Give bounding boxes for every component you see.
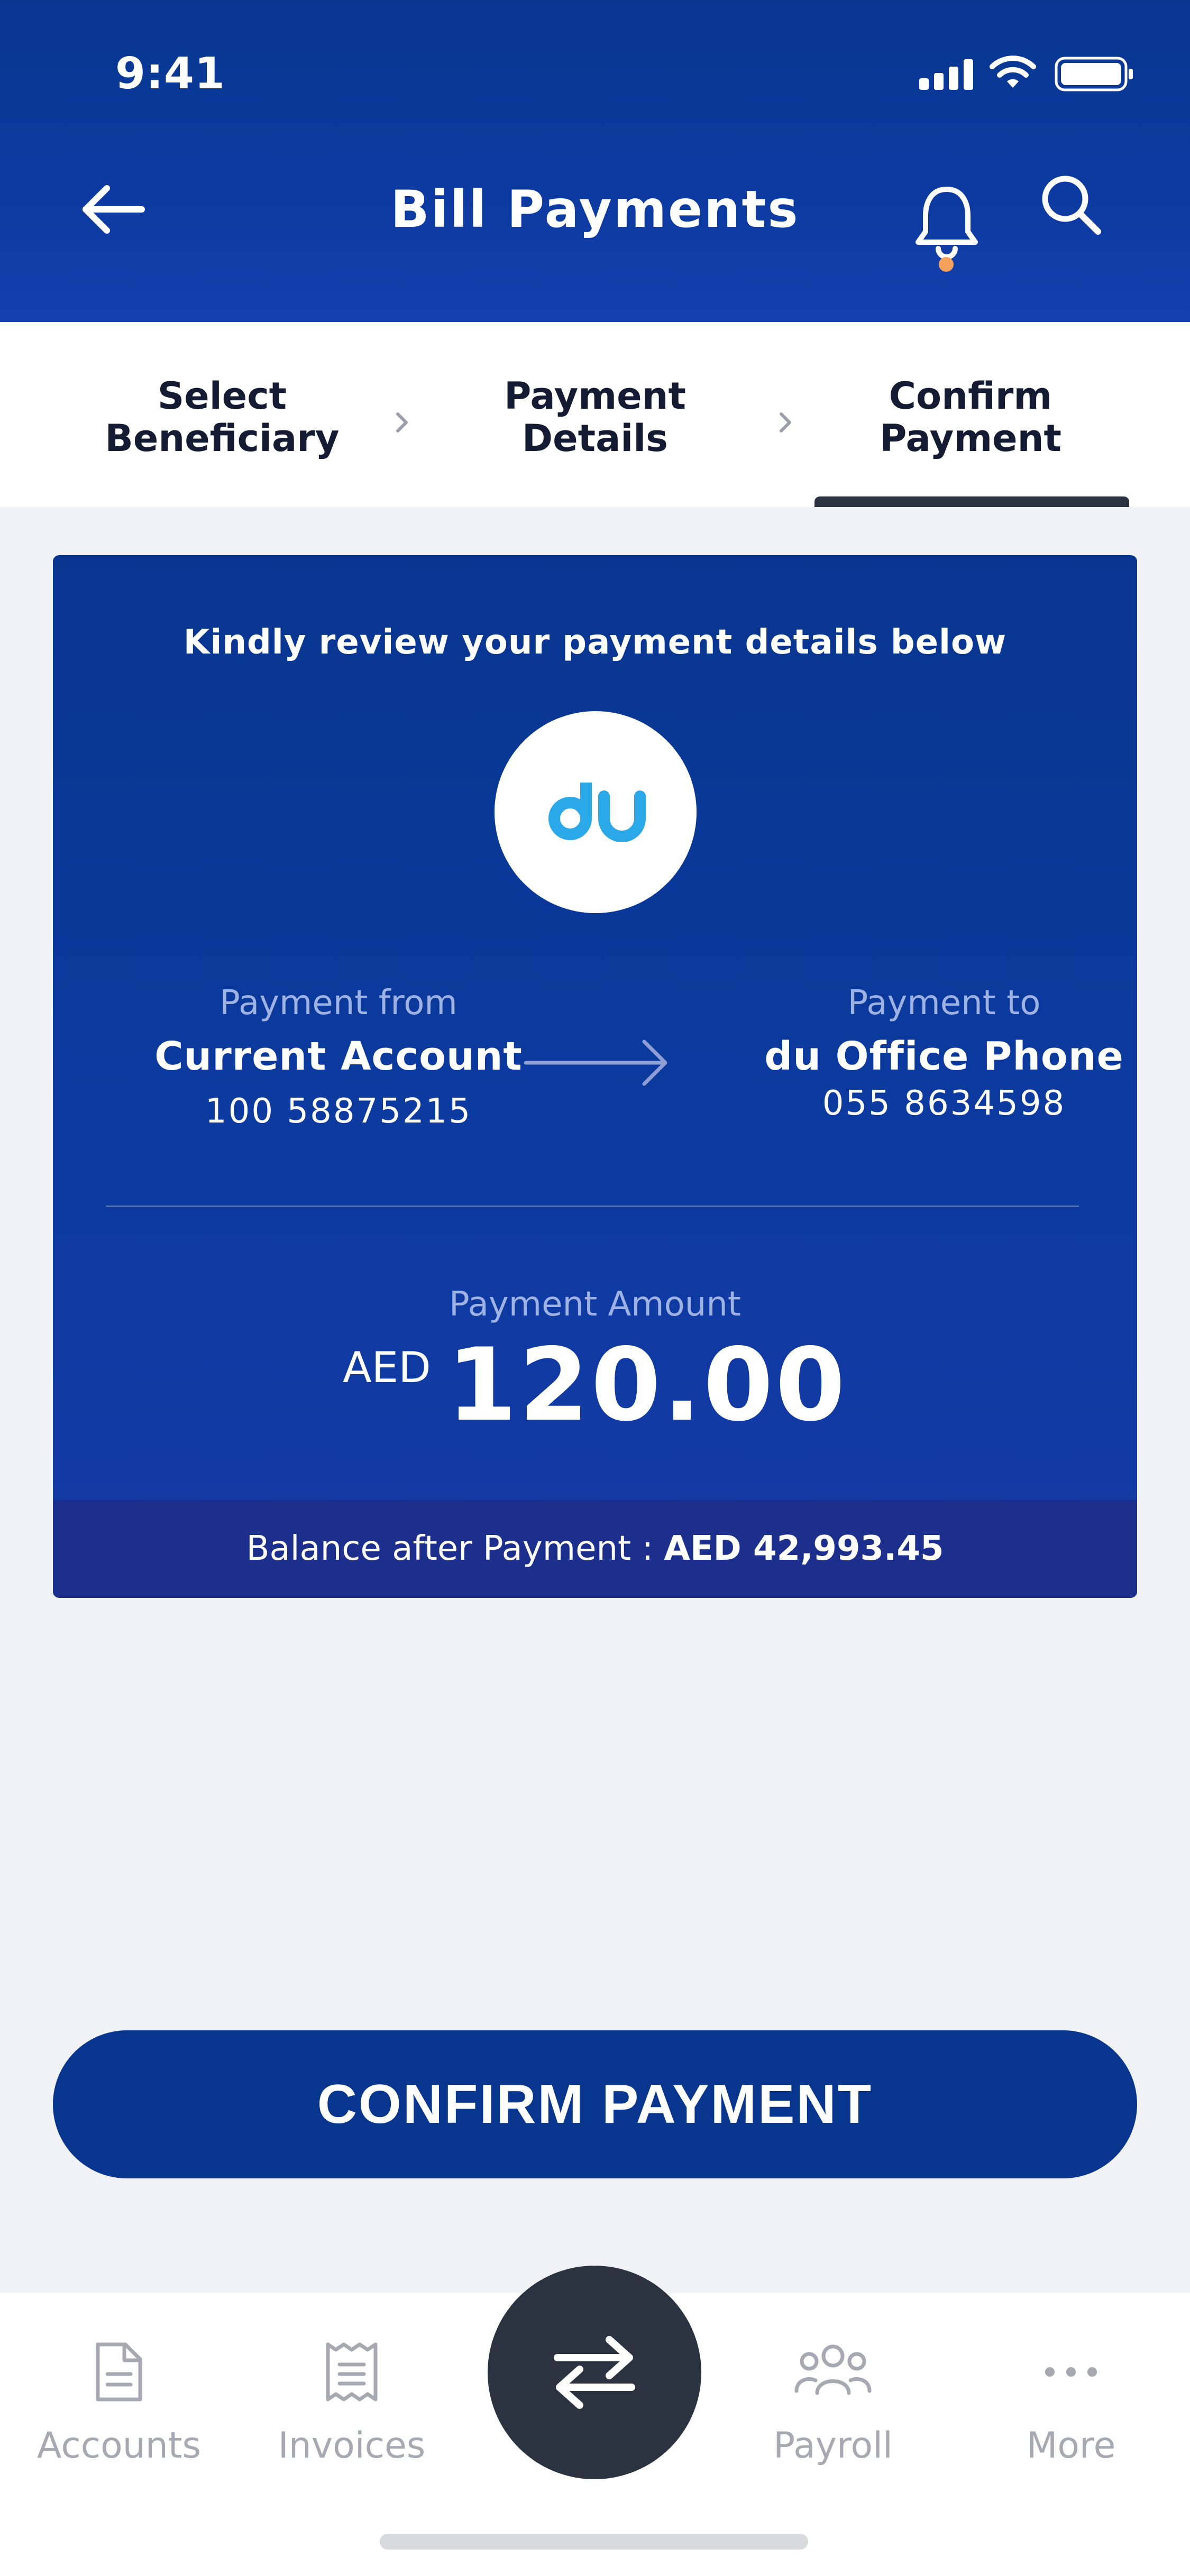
chevron-right-icon — [396, 412, 408, 433]
payment-from-account-name: Current Account — [154, 1034, 523, 1079]
amount-value: 120.00 — [446, 1327, 848, 1443]
confirm-payment-button[interactable]: CONFIRM PAYMENT — [53, 2030, 1137, 2178]
status-time: 9:41 — [115, 49, 225, 99]
notification-dot — [939, 257, 954, 272]
nav-accounts[interactable]: Accounts — [0, 2340, 238, 2467]
nav-accounts-label: Accounts — [37, 2425, 201, 2467]
nav-more-label: More — [1026, 2425, 1116, 2467]
step-confirm-payment[interactable]: Confirm Payment — [838, 375, 1103, 459]
app-screen: 9:41 Bill Payments Select Beneficiary Pa… — [0, 0, 1190, 2576]
payment-to-label: Payment to — [847, 983, 1041, 1023]
step-label: Select — [157, 374, 287, 418]
arrow-right-icon — [524, 1039, 667, 1086]
divider — [106, 1206, 1079, 1207]
balance-after-payment: Balance after Payment : AED 42,993.45 — [53, 1500, 1137, 1598]
nav-invoices-label: Invoices — [278, 2425, 426, 2467]
header: 9:41 Bill Payments — [0, 0, 1190, 322]
nav-payroll-label: Payroll — [773, 2425, 893, 2467]
document-icon — [96, 2342, 142, 2402]
receipt-icon — [326, 2342, 378, 2402]
du-logo — [495, 711, 697, 913]
payment-to-beneficiary-name: du Office Phone — [764, 1034, 1124, 1079]
wifi-icon — [990, 56, 1036, 88]
payment-review-card: Kindly review your payment details below… — [53, 555, 1137, 1598]
payment-from-account-number: 100 58875215 — [205, 1092, 472, 1131]
payment-from-label: Payment from — [219, 983, 457, 1023]
nav-payroll[interactable]: Payroll — [714, 2340, 952, 2467]
step-select-beneficiary[interactable]: Select Beneficiary — [90, 375, 354, 459]
step-label: Beneficiary — [105, 417, 340, 460]
step-label: Confirm — [889, 374, 1052, 418]
payment-to-number: 055 8634598 — [822, 1084, 1066, 1123]
search-icon[interactable] — [1037, 170, 1105, 239]
balance-label: Balance after Payment : — [246, 1529, 664, 1568]
nav-transfer-button[interactable] — [488, 2266, 701, 2479]
nav-invoices[interactable]: Invoices — [233, 2340, 471, 2467]
active-step-indicator — [814, 496, 1129, 507]
status-icons — [919, 52, 1141, 94]
payment-amount: AED 120.00 — [53, 1332, 1137, 1438]
amount-currency: AED — [342, 1343, 431, 1392]
step-label: Payment — [880, 417, 1061, 460]
progress-stepper: Select Beneficiary Payment Details Confi… — [0, 322, 1190, 507]
transfer-icon — [554, 2336, 635, 2409]
step-label: Details — [522, 417, 668, 460]
battery-icon — [1055, 57, 1133, 91]
chevron-right-icon — [780, 412, 791, 433]
step-payment-details[interactable]: Payment Details — [463, 375, 727, 459]
balance-value: AED 42,993.45 — [664, 1529, 944, 1568]
more-dots-icon — [1045, 2367, 1097, 2377]
page-title: Bill Payments — [390, 180, 800, 239]
home-indicator — [380, 2534, 808, 2550]
nav-more[interactable]: More — [952, 2340, 1190, 2467]
signal-icon — [919, 58, 974, 90]
payment-amount-label: Payment Amount — [448, 1285, 742, 1324]
review-instruction: Kindly review your payment details below — [183, 623, 1007, 662]
step-label: Payment — [504, 374, 686, 418]
people-icon — [794, 2344, 872, 2395]
